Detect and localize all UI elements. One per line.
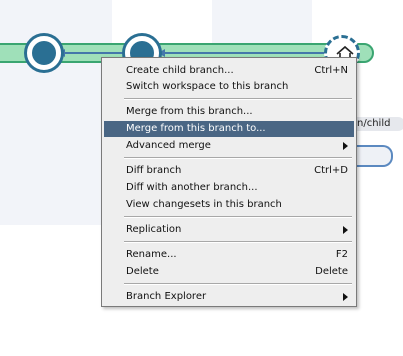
menu-item-branch-explorer[interactable]: Branch Explorer — [104, 289, 354, 305]
submenu-arrow-icon — [343, 142, 348, 150]
menu-item-label: Switch workspace to this branch — [126, 81, 289, 92]
menu-item-label: Create child branch... — [126, 65, 234, 76]
menu-item-shortcut: Ctrl+N — [314, 65, 348, 76]
menu-item-merge-from-branch-to[interactable]: Merge from this branch to... — [104, 121, 354, 137]
menu-separator — [124, 283, 352, 285]
submenu-arrow-icon — [343, 293, 348, 301]
context-menu: Create child branch... Ctrl+N Switch wor… — [101, 57, 357, 307]
menu-separator — [124, 241, 352, 243]
menu-item-view-changesets[interactable]: View changesets in this branch — [104, 197, 354, 213]
child-branch-bar[interactable] — [352, 145, 393, 167]
menu-item-label: View changesets in this branch — [126, 199, 282, 210]
menu-item-label: Diff with another branch... — [126, 182, 258, 193]
menu-item-diff-another-branch[interactable]: Diff with another branch... — [104, 180, 354, 196]
changeset-link-arrow — [60, 52, 126, 54]
menu-item-label: Diff branch — [126, 165, 182, 176]
menu-item-label: Merge from this branch to... — [126, 123, 266, 134]
changeset-link-arrow — [160, 52, 330, 54]
menu-item-label: Rename... — [126, 249, 177, 260]
menu-separator — [124, 98, 352, 100]
menu-item-label: Advanced merge — [126, 140, 211, 151]
menu-item-shortcut: F2 — [335, 249, 348, 260]
menu-item-diff-branch[interactable]: Diff branch Ctrl+D — [104, 163, 354, 179]
menu-item-shortcut: Delete — [315, 266, 348, 277]
branch-column-background — [0, 0, 112, 225]
menu-separator — [124, 157, 352, 159]
menu-item-delete[interactable]: Delete Delete — [104, 264, 354, 280]
menu-item-label: Branch Explorer — [126, 291, 207, 302]
menu-item-merge-from-branch[interactable]: Merge from this branch... — [104, 104, 354, 120]
menu-item-switch-workspace[interactable]: Switch workspace to this branch — [104, 79, 354, 95]
arrow-head-icon — [158, 49, 165, 57]
menu-item-label: Merge from this branch... — [126, 106, 253, 117]
menu-item-label: Delete — [126, 266, 159, 277]
menu-item-create-child-branch[interactable]: Create child branch... Ctrl+N — [104, 63, 354, 79]
menu-separator — [124, 216, 352, 218]
submenu-arrow-icon — [343, 226, 348, 234]
menu-item-shortcut: Ctrl+D — [314, 165, 348, 176]
child-branch-label[interactable]: n/child — [350, 117, 403, 131]
menu-item-replication[interactable]: Replication — [104, 222, 354, 238]
menu-item-rename[interactable]: Rename... F2 — [104, 247, 354, 263]
menu-item-advanced-merge[interactable]: Advanced merge — [104, 138, 354, 154]
changeset-node[interactable] — [27, 36, 61, 70]
menu-item-label: Replication — [126, 224, 182, 235]
